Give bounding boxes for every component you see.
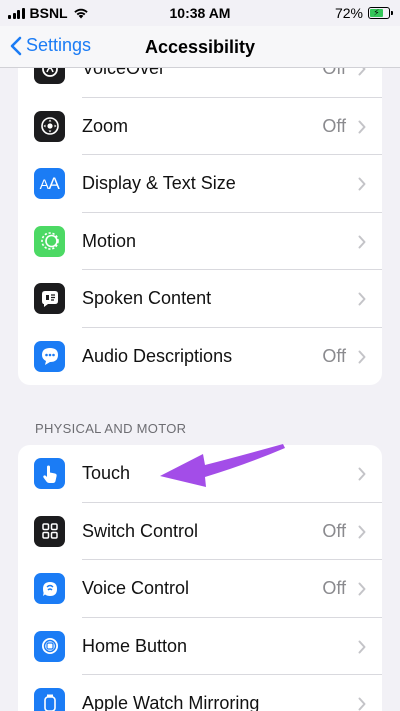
row-label: Display & Text Size — [82, 173, 236, 194]
home-button-icon — [34, 630, 65, 662]
chevron-right-icon — [358, 235, 366, 248]
battery-icon: ⚡ — [368, 7, 393, 19]
battery-level: ⚡ — [370, 7, 383, 18]
settings-row-voice-control[interactable]: Voice Control Off — [18, 560, 382, 618]
audio-descriptions-icon — [34, 340, 65, 372]
text-size-icon: AA — [34, 168, 65, 199]
settings-row-display-text-size[interactable]: AA Display & Text Size — [18, 155, 382, 213]
physical-motor-settings-group: Touch Switch Control Off Voice Control O… — [18, 445, 382, 711]
row-label: VoiceOver — [82, 68, 166, 79]
settings-row-apple-watch-mirroring[interactable]: Apple Watch Mirroring — [18, 675, 382, 711]
voice-control-icon — [34, 573, 65, 604]
chevron-right-icon — [358, 68, 366, 76]
chevron-right-icon — [358, 467, 366, 481]
row-label: Motion — [82, 230, 137, 251]
status-bar: BSNL 10:38 AM 72% ⚡ — [0, 0, 400, 26]
chevron-right-icon — [358, 640, 366, 653]
charging-bolt-icon: ⚡ — [373, 7, 380, 18]
settings-row-zoom[interactable]: Zoom Off — [18, 98, 382, 155]
settings-row-voiceover[interactable]: VoiceOver Off — [18, 68, 382, 98]
section-header-physical-motor: PHYSICAL AND MOTOR — [35, 421, 187, 436]
chevron-right-icon — [358, 582, 366, 596]
chevron-right-icon — [358, 697, 366, 711]
row-label: Voice Control — [82, 578, 190, 599]
row-value: Off — [322, 520, 346, 541]
motion-icon — [34, 225, 65, 257]
row-label: Zoom — [82, 115, 129, 136]
row-label: Touch — [82, 463, 131, 484]
spoken-content-icon — [34, 283, 65, 314]
row-label: Home Button — [82, 635, 188, 656]
settings-row-home-button[interactable]: Home Button — [18, 618, 382, 675]
row-value: Off — [322, 115, 346, 136]
apple-watch-icon — [34, 688, 65, 711]
page-title: Accessibility — [144, 37, 256, 57]
row-value: Off — [322, 345, 346, 366]
row-label: Apple Watch Mirroring — [82, 693, 260, 711]
settings-row-motion[interactable]: Motion — [18, 213, 382, 270]
settings-row-switch-control[interactable]: Switch Control Off — [18, 503, 382, 560]
settings-row-audio-descriptions[interactable]: Audio Descriptions Off — [18, 328, 382, 386]
settings-row-spoken-content[interactable]: Spoken Content — [18, 270, 382, 328]
chevron-right-icon — [358, 525, 366, 538]
chevron-right-icon — [358, 177, 366, 191]
chevron-right-icon — [358, 350, 366, 363]
status-right: 72% ⚡ — [334, 5, 393, 21]
touch-icon — [34, 458, 65, 489]
zoom-icon — [34, 110, 65, 142]
row-label: Audio Descriptions — [82, 345, 233, 366]
voiceover-icon — [34, 68, 65, 84]
battery-percent: 72% — [334, 5, 363, 21]
row-label: Spoken Content — [82, 288, 212, 309]
row-value: Off — [322, 578, 346, 599]
navigation-bar: Settings Accessibility — [0, 26, 400, 68]
switch-control-icon — [34, 515, 65, 547]
chevron-right-icon — [358, 120, 366, 133]
row-value: Off — [322, 68, 346, 79]
row-label: Switch Control — [82, 520, 199, 541]
settings-row-touch[interactable]: Touch — [18, 445, 382, 503]
vision-settings-group: VoiceOver Off Zoom Off AA Display & Text… — [18, 68, 382, 385]
chevron-right-icon — [358, 292, 366, 306]
settings-scroll-view[interactable]: VoiceOver Off Zoom Off AA Display & Text… — [0, 68, 400, 711]
